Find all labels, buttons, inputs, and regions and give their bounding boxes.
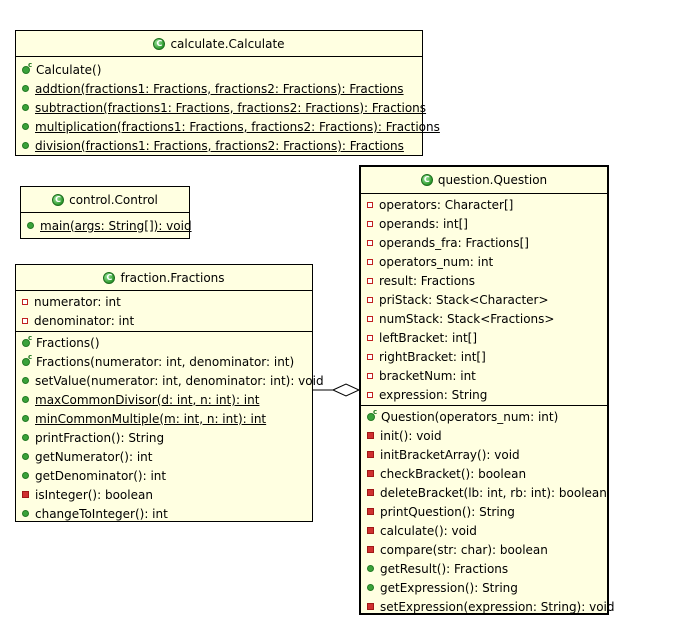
aggregation-connector[interactable] — [0, 0, 696, 638]
aggregation-diamond[interactable] — [331, 383, 361, 397]
